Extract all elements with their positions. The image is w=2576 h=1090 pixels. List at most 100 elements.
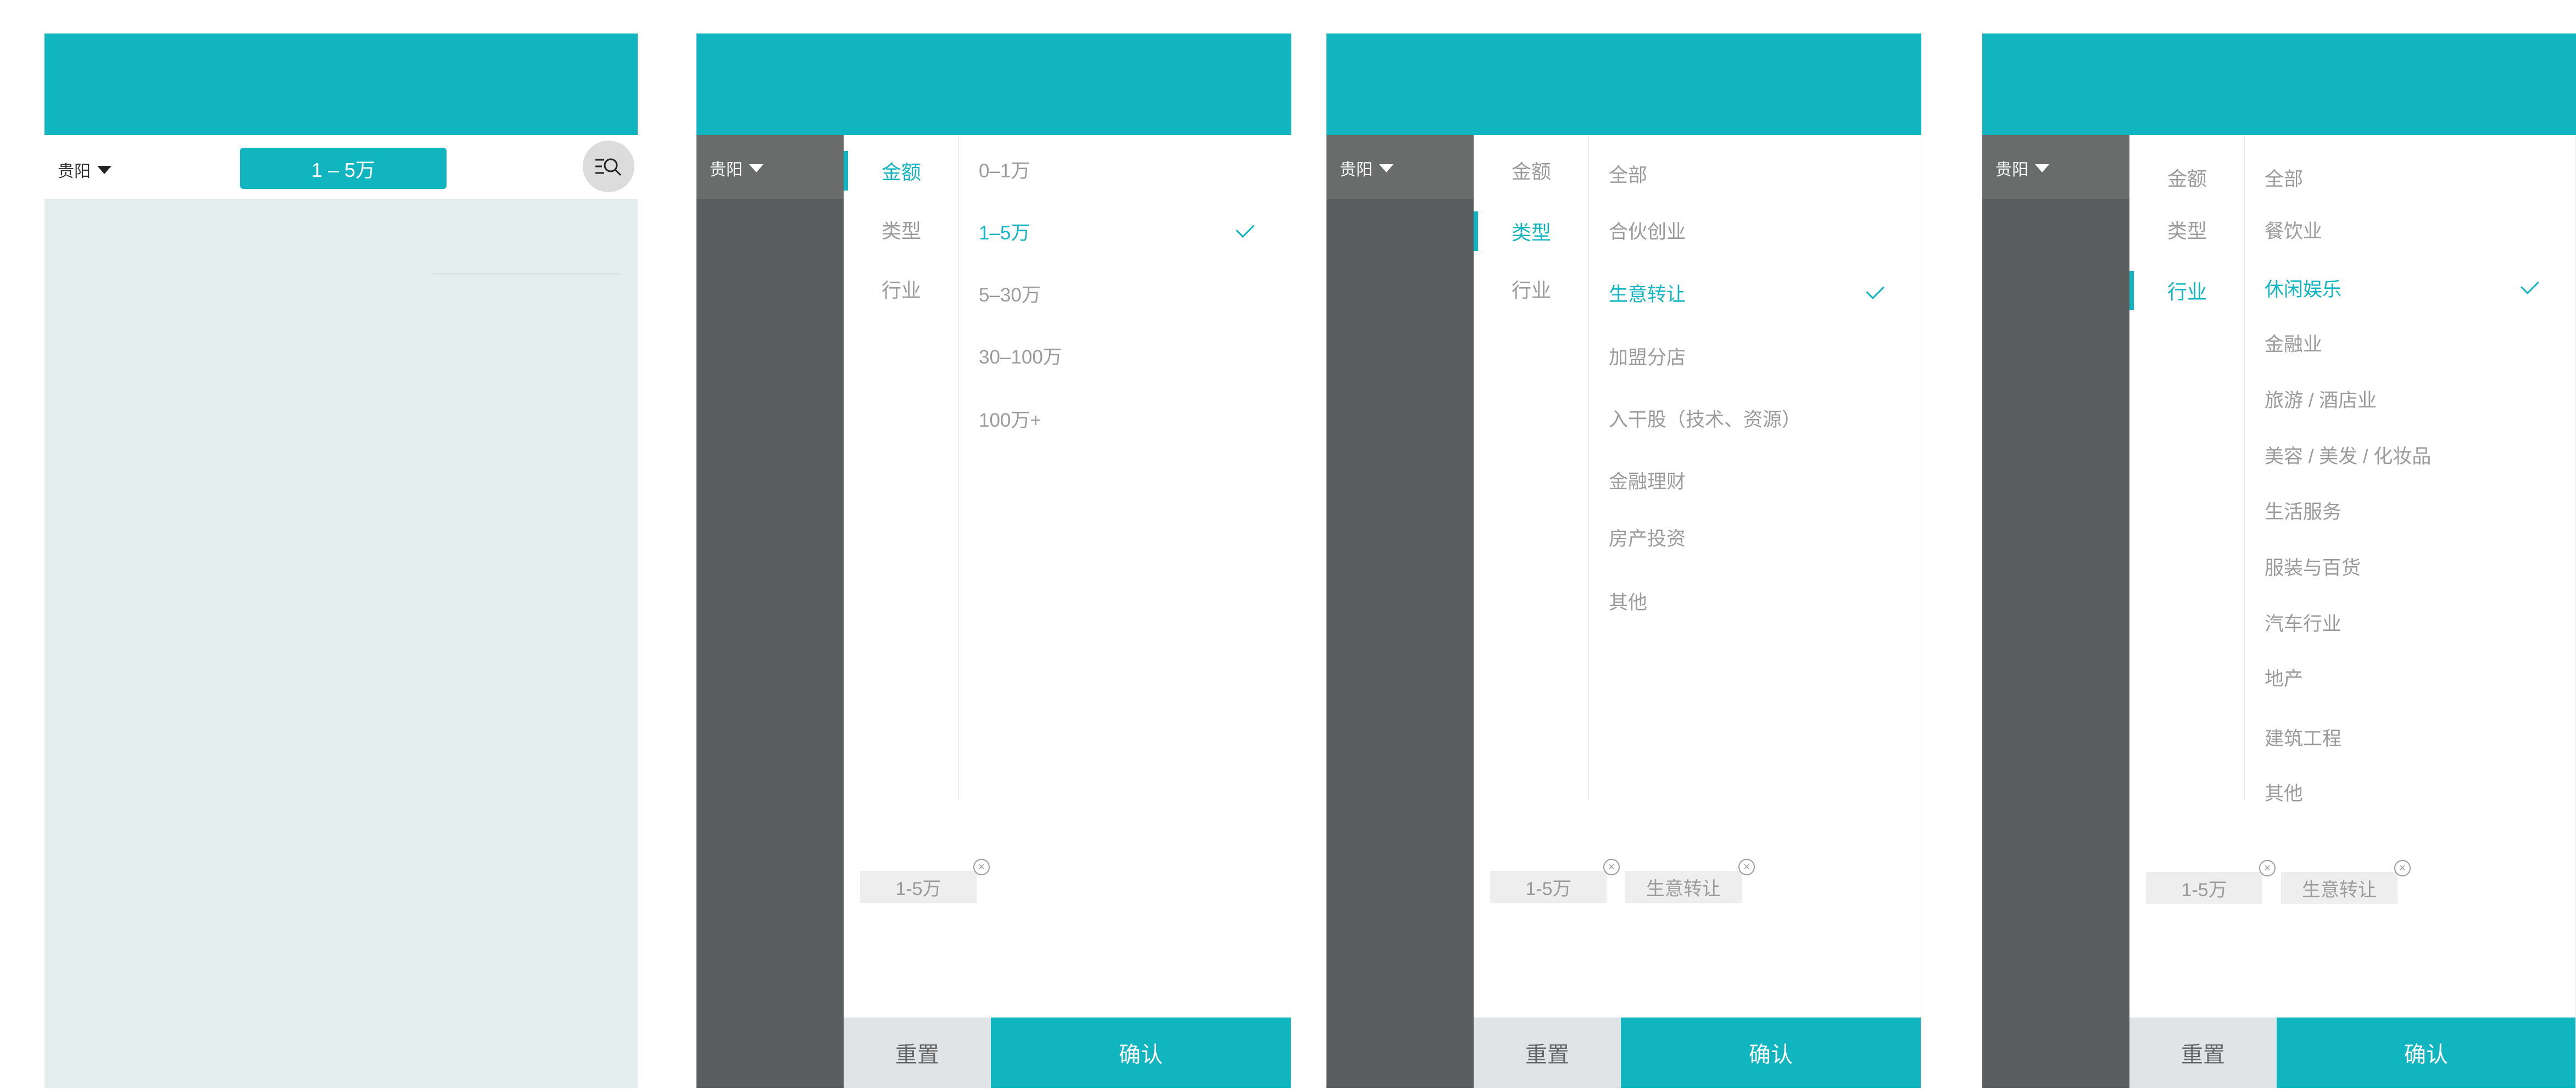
dim-overlay[interactable]: 贵阳 [696,135,844,1088]
selected-tag: 生意转让 × [1625,859,1755,903]
filter-panel: 金额 类型 行业 全部 合伙创业 生意转让 加盟分店 入干股（技术、资源） 金融… [1474,135,1921,1088]
check-icon [2521,276,2539,294]
option-label: 合伙创业 [1609,221,1686,243]
confirm-button[interactable]: 确认 [2277,1018,2575,1088]
selected-tag: 1-5万 × [2146,860,2276,904]
option-item[interactable]: 其他 [2265,775,2553,808]
option-item[interactable]: 房产投资 [1609,521,1899,554]
option-label: 30–100万 [979,346,1062,368]
remove-tag-icon[interactable]: × [1603,859,1620,875]
tag-label: 1-5万 [895,878,941,899]
option-label: 其他 [1609,591,1648,613]
city-label: 贵阳 [710,161,743,179]
filter-search-icon [595,158,622,176]
option-item[interactable]: 美容 / 美发 / 化妆品 [2265,438,2553,471]
option-label: 金融理财 [1609,471,1686,493]
category-industry[interactable]: 行业 [1474,269,1589,309]
option-label: 加盟分店 [1609,346,1686,368]
option-item[interactable]: 0–1万 [979,153,1269,186]
category-industry[interactable]: 行业 [844,269,959,309]
option-item[interactable]: 服装与百货 [2265,550,2553,583]
remove-tag-icon[interactable]: × [2394,860,2411,876]
option-item[interactable]: 建筑工程 [2265,720,2553,753]
option-item[interactable]: 其他 [1609,584,1899,617]
category-column: 金额 类型 行业 [2129,135,2245,801]
option-item[interactable]: 旅游 / 酒店业 [2265,382,2553,415]
caret-down-icon [749,164,763,172]
selected-tag: 1-5万 × [860,859,990,903]
option-label: 生意转让 [1609,283,1686,305]
option-item[interactable]: 入干股（技术、资源） [1609,401,1899,434]
remove-tag-icon[interactable]: × [2259,860,2276,876]
option-label: 美容 / 美发 / 化妆品 [2265,445,2432,467]
option-item[interactable]: 合伙创业 [1609,214,1899,247]
category-industry[interactable]: 行业 [2129,271,2245,310]
option-item[interactable]: 金融业 [2265,326,2553,359]
option-item[interactable]: 生活服务 [2265,494,2553,527]
option-item[interactable]: 30–100万 [979,339,1269,372]
category-column: 金额 类型 行业 [1474,135,1589,801]
option-item[interactable]: 全部 [2265,161,2553,194]
city-selector[interactable]: 贵阳 [58,158,111,182]
category-type[interactable]: 类型 [844,210,959,249]
header-bar [1982,33,2576,135]
caret-down-icon [1379,164,1393,172]
option-label: 旅游 / 酒店业 [2265,389,2377,411]
tag-label: 生意转让 [1646,878,1721,899]
tag-label: 生意转让 [2302,879,2377,901]
option-label: 5–30万 [979,284,1041,306]
option-item[interactable]: 加盟分店 [1609,339,1899,372]
reset-button[interactable]: 重置 [1474,1018,1621,1088]
option-label: 入干股（技术、资源） [1609,409,1802,431]
option-item[interactable]: 地产 [2265,661,2553,694]
remove-tag-icon[interactable]: × [1738,859,1755,875]
option-label: 汽车行业 [2265,613,2342,635]
option-label: 建筑工程 [2265,728,2342,750]
check-icon [1236,219,1254,238]
option-item[interactable]: 100万+ [979,402,1269,435]
option-label: 其他 [2265,782,2304,804]
option-item[interactable]: 餐饮业 [2265,213,2553,246]
option-item[interactable]: 全部 [1609,157,1899,190]
category-type[interactable]: 类型 [2129,210,2245,249]
reset-button[interactable]: 重置 [2129,1018,2277,1088]
remove-tag-icon[interactable]: × [973,859,990,875]
option-item[interactable]: 5–30万 [979,277,1269,310]
category-amount[interactable]: 金额 [2129,158,2245,197]
city-label: 贵阳 [58,163,91,181]
option-item-selected[interactable]: 1–5万 [979,215,1269,248]
city-label: 贵阳 [1995,161,2028,179]
category-amount[interactable]: 金额 [844,151,959,191]
city-selector: 贵阳 [1995,156,2049,180]
caret-down-icon [97,165,111,174]
reset-button[interactable]: 重置 [844,1018,991,1088]
option-label: 餐饮业 [2265,220,2323,242]
dim-overlay[interactable]: 贵阳 [1982,135,2129,1088]
filter-bar: 贵阳 1 – 5万 [44,135,638,199]
option-label: 生活服务 [2265,501,2342,523]
divider [432,273,622,275]
city-selector: 贵阳 [1340,156,1393,180]
option-label: 金融业 [2265,333,2323,355]
option-item[interactable]: 汽车行业 [2265,606,2553,639]
screen-filter-industry: 贵阳 金额 类型 行业 全部 餐饮业 休闲娱乐 金融业 旅游 / 酒店业 美容 … [1982,33,2576,1088]
category-type[interactable]: 类型 [1474,211,1589,251]
tag-label: 1-5万 [1525,878,1571,899]
screen-filter-amount: 贵阳 金额 类型 行业 0–1万 1–5万 5–30万 30–100万 100万… [696,33,1291,1088]
option-label: 休闲娱乐 [2265,278,2342,300]
tag-label: 1-5万 [2181,879,2227,901]
filter-panel: 金额 类型 行业 0–1万 1–5万 5–30万 30–100万 100万+ 1… [844,135,1291,1088]
confirm-button[interactable]: 确认 [1621,1018,1921,1088]
amount-filter-chip[interactable]: 1 – 5万 [240,148,447,189]
dim-overlay[interactable]: 贵阳 [1326,135,1474,1088]
option-item-selected[interactable]: 休闲娱乐 [2265,271,2553,304]
option-item[interactable]: 金融理财 [1609,463,1899,496]
header-bar [44,33,638,135]
confirm-button[interactable]: 确认 [991,1018,1291,1088]
screen-filter-type: 贵阳 金额 类型 行业 全部 合伙创业 生意转让 加盟分店 入干股（技术、资源）… [1326,33,1921,1088]
category-amount[interactable]: 金额 [1474,150,1589,190]
option-item-selected[interactable]: 生意转让 [1609,276,1899,309]
filter-search-button[interactable] [583,141,634,192]
option-label: 服装与百货 [2265,557,2361,579]
city-label: 贵阳 [1340,161,1373,179]
